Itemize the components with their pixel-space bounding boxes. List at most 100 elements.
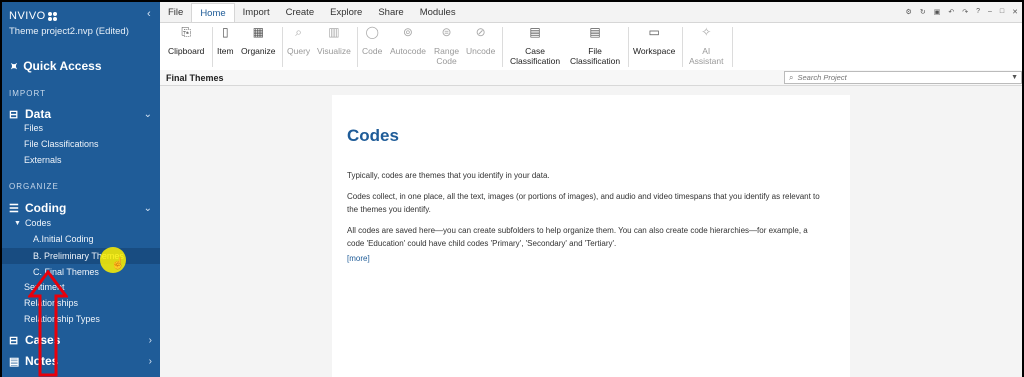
tool-label: Classification bbox=[570, 56, 621, 66]
codes-info-card: Codes Typically, codes are themes that y… bbox=[332, 95, 850, 377]
section-label-organize: ORGANIZE bbox=[9, 182, 59, 191]
quick-access-label: Quick Access bbox=[23, 59, 102, 73]
maximize-icon[interactable]: □ bbox=[1000, 8, 1004, 16]
cases-icon: ⊟ bbox=[9, 334, 19, 347]
pin-icon: ✦ bbox=[5, 58, 21, 74]
home-toolbar: ⎘ Clipboard ▯ Item ▦ Organize ⌕ Query ▥ … bbox=[160, 22, 1022, 70]
tab-file[interactable]: File bbox=[160, 3, 191, 22]
tab-create[interactable]: Create bbox=[278, 3, 323, 22]
paragraph-2: Codes collect, in one place, all the tex… bbox=[347, 192, 820, 214]
organize-button[interactable]: ▦ Organize bbox=[241, 26, 276, 56]
code-button[interactable]: ◯ Code bbox=[362, 25, 383, 56]
tool-label: Code bbox=[362, 46, 383, 56]
chevron-down-icon[interactable]: ▼ bbox=[1011, 74, 1018, 81]
visualize-button[interactable]: ▥ Visualize bbox=[317, 25, 351, 56]
chevron-right-icon: › bbox=[148, 334, 152, 346]
caret-down-icon: ▼ bbox=[14, 219, 21, 227]
sidebar-item-file-classifications[interactable]: File Classifications bbox=[2, 136, 160, 152]
sidebar-item-codes[interactable]: ▼ Codes bbox=[2, 215, 160, 231]
breadcrumb-bar: Final Themes ⌕ ▼ bbox=[160, 70, 1022, 86]
autocode-button[interactable]: ⊚ Autocode bbox=[390, 25, 426, 56]
tool-label: AI bbox=[702, 46, 711, 56]
collapse-sidebar-icon[interactable]: ‹ bbox=[147, 8, 151, 20]
section-label-import: IMPORT bbox=[9, 89, 46, 98]
tab-modules[interactable]: Modules bbox=[412, 3, 464, 22]
tab-explore[interactable]: Explore bbox=[322, 3, 370, 22]
refresh-icon[interactable]: ↻ bbox=[920, 8, 926, 16]
tool-label: Assistant bbox=[689, 56, 724, 66]
workspace-icon: ▭ bbox=[648, 25, 660, 39]
settings-icon[interactable]: ⚙ bbox=[906, 8, 912, 16]
tool-label: Case bbox=[525, 46, 545, 56]
item-button[interactable]: ▯ Item bbox=[217, 26, 234, 56]
tool-label: Organize bbox=[241, 46, 276, 56]
undo-icon[interactable]: ↶ bbox=[948, 8, 954, 16]
tool-label: Workspace bbox=[633, 46, 676, 56]
range-code-button[interactable]: ⊜ Range Code bbox=[434, 25, 460, 66]
sidebar-item-label: Codes bbox=[24, 218, 51, 228]
chevron-right-icon: › bbox=[148, 355, 152, 367]
separator bbox=[357, 27, 358, 67]
range-code-icon: ⊜ bbox=[441, 25, 452, 39]
chevron-down-icon: ⌄ bbox=[143, 202, 152, 214]
file-classification-button[interactable]: ▤ File Classification bbox=[570, 26, 621, 66]
case-classification-icon: ▤ bbox=[529, 25, 541, 39]
sidebar-item-preliminary-themes[interactable]: B. Preliminary Themes bbox=[2, 248, 160, 264]
sidebar-item-label: Files bbox=[24, 123, 44, 133]
separator bbox=[682, 27, 683, 67]
case-classification-button[interactable]: ▤ Case Classification bbox=[510, 25, 561, 66]
sidebar-item-sentiment[interactable]: Sentiment bbox=[2, 279, 160, 295]
query-button[interactable]: ⌕ Query bbox=[287, 26, 311, 56]
clipboard-button[interactable]: ⎘ Clipboard bbox=[168, 25, 205, 56]
autocode-icon: ⊚ bbox=[402, 25, 413, 39]
nvivo-window: NVIVO ‹ Theme project2.nvp (Edited) ✦ Qu… bbox=[2, 2, 1022, 377]
app-name: NVIVO bbox=[9, 10, 46, 22]
paragraph-3: All codes are saved here—you can create … bbox=[347, 226, 808, 248]
separator bbox=[732, 27, 733, 67]
tool-label: Range bbox=[434, 46, 460, 56]
separator bbox=[628, 27, 629, 67]
annotation-arrow-icon bbox=[28, 270, 68, 377]
sidebar-item-externals[interactable]: Externals bbox=[2, 152, 160, 168]
more-link[interactable]: [more] bbox=[347, 254, 370, 263]
search-project-box[interactable]: ⌕ ▼ bbox=[784, 71, 1022, 84]
tool-label: Clipboard bbox=[168, 46, 205, 56]
main-panel: Codes Typically, codes are themes that y… bbox=[160, 86, 1022, 377]
uncode-icon: ⊘ bbox=[475, 25, 486, 39]
workspace-button[interactable]: ▭ Workspace bbox=[633, 25, 676, 56]
tool-label: Query bbox=[287, 46, 311, 56]
sidebar-item-label: Externals bbox=[24, 155, 62, 165]
app-logo: NVIVO bbox=[9, 10, 57, 22]
sidebar-group-notes[interactable]: ▤ Notes › bbox=[2, 351, 160, 371]
redo-icon[interactable]: ↷ bbox=[962, 8, 968, 16]
quick-access-link[interactable]: ✦ Quick Access bbox=[2, 52, 160, 80]
tool-label: Classification bbox=[510, 56, 561, 66]
tool-label: Autocode bbox=[390, 46, 426, 56]
logo-dots-icon bbox=[47, 11, 57, 21]
tab-home[interactable]: Home bbox=[191, 3, 235, 22]
project-name: Theme project2.nvp (Edited) bbox=[9, 26, 129, 37]
uncode-button[interactable]: ⊘ Uncode bbox=[466, 25, 496, 56]
sidebar-group-cases[interactable]: ⊟ Cases › bbox=[2, 330, 160, 350]
tab-import[interactable]: Import bbox=[235, 3, 278, 22]
tool-label: Visualize bbox=[317, 46, 351, 56]
clipboard-icon: ⎘ bbox=[181, 25, 191, 39]
sidebar-item-relationships[interactable]: Relationships bbox=[2, 295, 160, 311]
code-icon: ◯ bbox=[365, 25, 379, 39]
search-input[interactable] bbox=[797, 73, 998, 82]
tab-share[interactable]: Share bbox=[370, 3, 411, 22]
group-label: Coding bbox=[25, 201, 67, 215]
sidebar-item-final-themes[interactable]: C. Final Themes bbox=[2, 264, 160, 280]
ai-assistant-button[interactable]: ✧ AI Assistant bbox=[689, 26, 724, 66]
sidebar-item-files[interactable]: Files bbox=[2, 120, 160, 136]
sidebar-item-relationship-types[interactable]: Relationship Types bbox=[2, 311, 160, 327]
tool-label: Uncode bbox=[466, 46, 496, 56]
close-icon[interactable]: ✕ bbox=[1012, 8, 1018, 16]
minimize-icon[interactable]: – bbox=[988, 8, 992, 16]
sidebar-item-initial-coding[interactable]: A.Initial Coding bbox=[2, 231, 160, 247]
save-icon[interactable]: ▣ bbox=[934, 8, 941, 16]
chart-icon: ▥ bbox=[328, 25, 340, 39]
hand-pointer-icon: ☝ bbox=[111, 258, 125, 270]
help-icon[interactable]: ? bbox=[976, 8, 980, 16]
sidebar-item-label: File Classifications bbox=[24, 139, 99, 149]
